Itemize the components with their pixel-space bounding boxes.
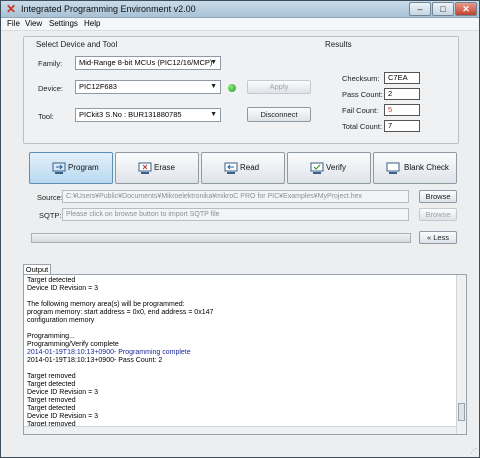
resize-grip-icon[interactable]: ⋰: [470, 447, 477, 455]
read-label: Read: [240, 163, 260, 172]
output-line: 2014-01-19T18:10:13+0900- Pass Count: 2: [27, 357, 163, 364]
output-line: Programming/Verify complete: [27, 341, 119, 348]
program-icon: [52, 162, 66, 174]
minimize-button[interactable]: –: [409, 2, 431, 16]
menu-settings[interactable]: Settings: [49, 19, 78, 28]
device-value: PIC12F683: [79, 82, 117, 91]
x-logo-icon: ✕: [5, 2, 17, 16]
less-button[interactable]: « Less: [419, 231, 457, 244]
fail-count-label: Fail Count:: [342, 106, 379, 115]
read-icon: [224, 162, 238, 174]
output-line: Device ID Revision = 3: [27, 285, 99, 292]
chevron-down-icon: ▼: [210, 111, 217, 118]
tool-select[interactable]: PICkit3 S.No : BUR131880785 ▼: [75, 108, 221, 122]
output-line: program memory: start address = 0x0, end…: [27, 309, 214, 316]
tool-value: PICkit3 S.No : BUR131880785: [79, 110, 182, 119]
action-toolbar: Program Erase Read Verify Blank Check: [29, 152, 457, 184]
output-line: Target detected: [27, 405, 76, 412]
progress-bar: [31, 233, 411, 243]
menu-help[interactable]: Help: [84, 19, 100, 28]
output-line: 2014-01-19T18:10:13+0900- Programming co…: [27, 349, 191, 356]
device-label: Device:: [38, 84, 64, 93]
horizontal-scrollbar[interactable]: [24, 426, 456, 434]
output-line: Target detected: [27, 277, 76, 284]
blank-check-label: Blank Check: [404, 163, 449, 172]
family-label: Family:: [38, 59, 63, 68]
source-path-field[interactable]: C:¥Users¥Public¥Documents¥Mikroelektroni…: [62, 190, 409, 203]
disconnect-button[interactable]: Disconnect: [247, 107, 311, 122]
chevron-down-icon: ▼: [210, 83, 217, 90]
erase-button[interactable]: Erase: [115, 152, 199, 184]
tool-label: Tool:: [38, 112, 54, 121]
menu-view[interactable]: View: [25, 19, 42, 28]
scroll-thumb[interactable]: [458, 403, 465, 421]
program-label: Program: [68, 163, 99, 172]
results-legend: Results: [325, 40, 352, 49]
vertical-scrollbar[interactable]: [456, 275, 466, 434]
connection-status-icon: [228, 84, 236, 92]
erase-label: Erase: [154, 163, 175, 172]
source-browse-button[interactable]: Browse: [419, 190, 457, 203]
device-group-legend: Select Device and Tool: [36, 40, 118, 49]
double-chevron-up-icon: «: [426, 233, 432, 242]
checksum-value: C7EA: [384, 72, 420, 84]
device-select[interactable]: PIC12F683 ▼: [75, 80, 221, 94]
pass-count-label: Pass Count:: [342, 90, 383, 99]
blank-check-button[interactable]: Blank Check: [373, 152, 457, 184]
fail-count-value: 5: [384, 104, 420, 116]
family-value: Mid-Range 8-bit MCUs (PIC12/16/MCP): [79, 58, 213, 67]
chevron-down-icon: ▼: [210, 59, 217, 66]
total-count-value: 7: [384, 120, 420, 132]
less-label: Less: [433, 233, 450, 242]
output-line: configuration memory: [27, 317, 95, 324]
verify-button[interactable]: Verify: [287, 152, 371, 184]
source-label: Source:: [37, 193, 63, 202]
read-button[interactable]: Read: [201, 152, 285, 184]
output-line: Target removed: [27, 373, 76, 380]
menu-bar: File View Settings Help: [1, 18, 479, 31]
close-button[interactable]: ✕: [455, 2, 477, 16]
apply-button[interactable]: Apply: [247, 80, 311, 94]
app-window: ✕ Integrated Programming Environment v2.…: [0, 0, 480, 458]
erase-icon: [138, 162, 152, 174]
checksum-label: Checksum:: [342, 74, 380, 83]
title-bar[interactable]: ✕ Integrated Programming Environment v2.…: [1, 1, 479, 18]
window-title: Integrated Programming Environment v2.00: [21, 4, 196, 14]
total-count-label: Total Count:: [342, 122, 383, 131]
device-panel: Select Device and Tool Results Family: M…: [23, 36, 459, 144]
maximize-button[interactable]: □: [432, 2, 454, 16]
output-line: The following memory area(s) will be pro…: [27, 301, 185, 308]
pass-count-value: 2: [384, 88, 420, 100]
output-line: Target removed: [27, 397, 76, 404]
output-line: Programming...: [27, 333, 75, 340]
family-select[interactable]: Mid-Range 8-bit MCUs (PIC12/16/MCP) ▼: [75, 56, 221, 70]
blank-check-icon: [386, 162, 400, 174]
program-button[interactable]: Program: [29, 152, 113, 184]
sqtp-label: SQTP:: [39, 211, 62, 220]
verify-label: Verify: [326, 163, 347, 172]
output-line: Device ID Revision = 3: [27, 389, 99, 396]
menu-file[interactable]: File: [7, 19, 20, 28]
output-line: Target detected: [27, 381, 76, 388]
verify-icon: [310, 162, 324, 174]
sqtp-browse-button[interactable]: Browse: [419, 208, 457, 221]
output-panel: Target detected Device ID Revision = 3 The…: [23, 274, 467, 435]
sqtp-field[interactable]: Please click on browse button to import …: [62, 208, 409, 221]
output-line: Device ID Revision = 3: [27, 413, 99, 420]
